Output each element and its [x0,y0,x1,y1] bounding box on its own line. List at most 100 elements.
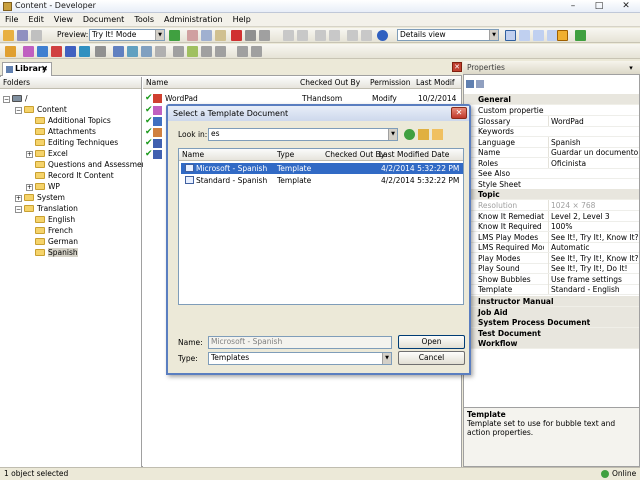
group-topic[interactable]: Topic [464,189,639,200]
property-row[interactable]: Know It Remediation Level 2, Level 3 [464,210,639,222]
new-folder-icon[interactable] [432,129,443,140]
menu-tools[interactable]: Tools [129,13,159,27]
collapse-icon[interactable]: − [3,96,10,103]
replace-icon[interactable] [259,30,270,41]
find-icon[interactable] [245,30,256,41]
text-icon[interactable] [237,46,248,57]
categorized-icon[interactable] [466,80,474,88]
pane-pin-icon[interactable]: ▾ [626,64,636,72]
menu-edit[interactable]: Edit [23,13,49,27]
property-row[interactable]: LMS Play Modes See It!, Try It!, Know It? [464,231,639,243]
new-topic-icon[interactable] [51,46,62,57]
col-type[interactable]: Type [277,149,294,160]
minimize-button[interactable]: – [560,0,586,13]
tree-item-record-it[interactable]: Record It Content [35,170,114,181]
template-row[interactable]: Standard - Spanish Template 4/2/2014 5:3… [181,175,463,186]
property-group[interactable]: Job Aid [464,306,639,318]
col-name[interactable]: Name [182,149,204,160]
col-last-modified[interactable]: Last Modif [416,77,455,88]
delete-icon[interactable] [231,30,242,41]
col-checked-out-by[interactable]: Checked Out By [300,77,360,88]
back-icon[interactable] [404,129,415,140]
tree-item-content[interactable]: − Content [15,104,67,115]
col-name[interactable]: Name [146,77,168,88]
lock-icon[interactable] [173,46,184,57]
tree-item-english[interactable]: English [35,214,75,225]
refresh-icon[interactable] [575,30,586,41]
property-group[interactable]: Test Document [464,327,639,339]
property-row[interactable]: LMS Required Mode Automatic [464,242,639,253]
tree-item-german[interactable]: German [35,236,78,247]
property-row[interactable]: See Also [464,168,639,179]
check-in-icon[interactable] [95,46,106,57]
tree-item-additional-topics[interactable]: Additional Topics [35,115,111,126]
property-row[interactable]: Template Standard - English [464,284,639,295]
undo-icon[interactable] [283,30,294,41]
split-view-icon[interactable] [519,30,530,41]
format-icon[interactable] [361,30,372,41]
new-document-icon[interactable] [5,46,16,57]
expand-icon[interactable]: + [15,195,22,202]
collapse-icon[interactable]: − [15,206,22,213]
sync-icon[interactable] [215,46,226,57]
panel-icon[interactable] [533,30,544,41]
unlock-icon[interactable] [201,46,212,57]
import-icon[interactable] [141,46,152,57]
redo-icon[interactable] [297,30,308,41]
new-web-page-icon[interactable] [79,46,90,57]
sort-alpha-icon[interactable] [476,80,484,88]
table-row[interactable]: ✔ WordPad THandsom Modify 10/2/2014 [145,93,461,104]
unlink-icon[interactable] [329,30,340,41]
property-group[interactable]: Workflow [464,338,639,349]
cancel-button[interactable]: Cancel [398,351,465,365]
maximize-button[interactable]: □ [586,0,612,13]
check-icon[interactable] [187,46,198,57]
tree-item-system[interactable]: + System [15,192,65,203]
template-row-selected[interactable]: Microsoft - Spanish Template 4/2/2014 5:… [181,163,463,174]
property-row[interactable]: Style Sheet [464,179,639,190]
property-row[interactable]: Play Modes See It!, Try It!, Know It?, ..… [464,252,639,264]
history-icon[interactable] [155,46,166,57]
play-icon[interactable] [169,30,180,41]
property-group[interactable]: Instructor Manual [464,296,639,307]
tree-item-translation[interactable]: − Translation [15,203,78,214]
view-mode-select[interactable]: Details view ▼ [397,29,499,41]
property-group[interactable]: System Process Document [464,317,639,328]
expand-icon[interactable]: + [26,151,33,158]
name-field[interactable]: Microsoft - Spanish [208,336,392,349]
look-in-select[interactable]: es ▼ [208,128,398,141]
translate-icon[interactable] [251,46,262,57]
paste-icon[interactable] [215,30,226,41]
col-checked-out-by[interactable]: Checked Out By [325,149,385,160]
help-icon[interactable] [377,30,388,41]
menu-document[interactable]: Document [78,13,129,27]
menu-file[interactable]: File [0,13,23,27]
new-section-icon[interactable] [37,46,48,57]
publish-icon[interactable] [113,46,124,57]
property-row[interactable]: Resolution 1024 × 768 [464,200,639,211]
property-row[interactable]: Custom properties [464,105,639,116]
property-row[interactable]: Name Guardar un documento co... [464,147,639,158]
dialog-close-button[interactable]: ✕ [451,107,467,119]
export-icon[interactable] [127,46,138,57]
property-row[interactable]: Play Sound See It!, Try It!, Do It! [464,263,639,274]
tree-item-questions[interactable]: Questions and Assessments [35,159,153,170]
close-pane-icon[interactable]: ✕ [452,62,462,72]
link-icon[interactable] [315,30,326,41]
save-icon[interactable] [17,30,28,41]
new-package-icon[interactable] [65,46,76,57]
open-button[interactable]: Open [398,335,465,349]
property-row[interactable]: Glossary WordPad [464,115,639,127]
property-row[interactable]: Show Bubbles Use frame settings [464,273,639,285]
type-select[interactable]: Templates ▼ [208,352,392,365]
collapse-icon[interactable]: − [15,107,22,114]
copy-icon[interactable] [201,30,212,41]
new-module-icon[interactable] [23,46,34,57]
close-tab-icon[interactable]: ✕ [41,63,48,75]
tree-item-wp[interactable]: + WP [26,181,60,192]
menu-administration[interactable]: Administration [159,13,228,27]
close-window-button[interactable]: ✕ [613,0,639,13]
preview-mode-select[interactable]: Try It! Mode ▼ [89,29,165,41]
col-last-modified[interactable]: Last Modified Date [379,149,449,160]
tree-item-attachments[interactable]: Attachments [35,126,96,137]
